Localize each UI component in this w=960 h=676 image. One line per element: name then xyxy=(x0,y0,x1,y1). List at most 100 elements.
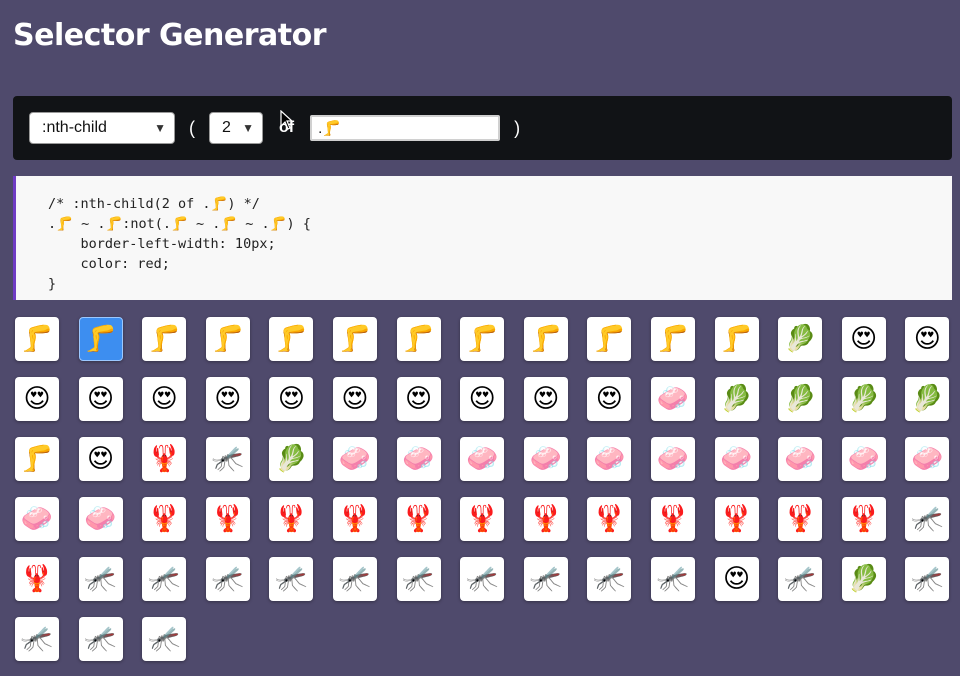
emoji-tile[interactable]: 😍 xyxy=(587,377,632,421)
emoji-tile[interactable]: 🦞 xyxy=(396,497,441,541)
emoji-tile[interactable]: 🦟 xyxy=(78,617,123,661)
close-paren: ) xyxy=(514,117,521,138)
emoji-tile[interactable]: 🥬 xyxy=(841,557,886,601)
emoji-tile[interactable]: 🦵 xyxy=(587,317,632,361)
emoji-tile[interactable]: 🦞 xyxy=(15,557,59,601)
emoji-tile[interactable]: 🦞 xyxy=(332,497,377,541)
lobster-icon: 🦞 xyxy=(720,504,753,534)
lobster-icon: 🦞 xyxy=(338,504,372,534)
emoji-tile[interactable]: 🧼 xyxy=(905,437,950,481)
code-line: /* :nth-child(2 of .🦵) */ xyxy=(48,196,260,212)
lobster-icon: 🦞 xyxy=(847,504,880,534)
emoji-tile[interactable]: 😍 xyxy=(332,377,377,421)
emoji-tile[interactable]: 😍 xyxy=(78,437,123,481)
emoji-tile[interactable]: 🦞 xyxy=(841,497,886,541)
emoji-tile[interactable]: 🦵 xyxy=(205,317,250,361)
emoji-tile[interactable]: 😍 xyxy=(460,377,505,421)
nth-number-select[interactable]: 2 ▼ xyxy=(209,112,263,144)
emoji-tile[interactable]: 🦟 xyxy=(650,557,695,601)
emoji-tile[interactable]: 🦵 xyxy=(714,317,759,361)
emoji-tile[interactable]: 😍 xyxy=(78,377,123,421)
soap-icon: 🧼 xyxy=(465,444,499,474)
heart-eyes-icon: 😍 xyxy=(150,384,178,414)
emoji-tile[interactable]: 🧼 xyxy=(78,497,123,541)
emoji-tile[interactable]: 🦟 xyxy=(905,497,950,541)
emoji-tile[interactable]: 🦟 xyxy=(396,557,441,601)
emoji-tile[interactable]: 🦟 xyxy=(269,557,314,601)
emoji-tile[interactable]: 🦵 xyxy=(15,317,59,361)
chevron-down-icon: ▼ xyxy=(242,121,254,135)
selector-input[interactable]: .🦵 xyxy=(310,115,501,141)
emoji-tile[interactable]: 😍 xyxy=(841,317,886,361)
lobster-icon: 🦞 xyxy=(465,504,499,534)
emoji-tile[interactable]: 🦞 xyxy=(778,497,823,541)
heart-eyes-icon: 😍 xyxy=(87,384,115,414)
emoji-tile[interactable]: 🥬 xyxy=(778,317,823,361)
emoji-tile[interactable]: 🦞 xyxy=(205,497,250,541)
emoji-tile[interactable]: 🦟 xyxy=(142,557,187,601)
emoji-tile[interactable]: 🧼 xyxy=(15,497,59,541)
emoji-tile[interactable]: 🧼 xyxy=(332,437,377,481)
emoji-tile[interactable]: 😍 xyxy=(15,377,59,421)
emoji-tile[interactable]: 🥬 xyxy=(841,377,886,421)
emoji-tile[interactable]: 🧼 xyxy=(841,437,886,481)
emoji-tile[interactable]: 🦞 xyxy=(714,497,759,541)
emoji-tile[interactable]: 🦟 xyxy=(905,557,950,601)
heart-eyes-icon: 😍 xyxy=(850,324,878,354)
pseudo-class-select[interactable]: :nth-child ▼ xyxy=(29,112,175,144)
emoji-tile[interactable]: 🦟 xyxy=(15,617,59,661)
leg-icon: 🦵 xyxy=(593,324,626,354)
leg-icon: 🦵 xyxy=(20,444,54,474)
heart-eyes-icon: 😍 xyxy=(214,384,242,414)
emoji-tile[interactable]: 🦵 xyxy=(15,437,59,481)
heart-eyes-icon: 😍 xyxy=(722,564,751,594)
emoji-tile[interactable]: 🦞 xyxy=(650,497,695,541)
emoji-tile[interactable]: 🦞 xyxy=(587,497,632,541)
emoji-tile[interactable]: 😍 xyxy=(142,377,187,421)
emoji-tile[interactable]: 🦟 xyxy=(587,557,632,601)
emoji-tile[interactable]: 🦵 xyxy=(460,317,505,361)
emoji-tile[interactable]: 🦟 xyxy=(142,617,187,661)
emoji-tile[interactable]: 🧼 xyxy=(778,437,823,481)
emoji-tile[interactable]: 🦵 xyxy=(142,317,187,361)
leg-icon: 🦵 xyxy=(338,324,372,354)
emoji-tile[interactable]: 🦵 xyxy=(78,317,123,361)
emoji-tile[interactable]: 🥬 xyxy=(905,377,950,421)
emoji-tile[interactable]: 😍 xyxy=(523,377,568,421)
emoji-tile[interactable]: 😍 xyxy=(205,377,250,421)
emoji-tile[interactable]: 😍 xyxy=(714,557,759,601)
emoji-tile[interactable]: 🧼 xyxy=(396,437,441,481)
emoji-tile[interactable]: 🦟 xyxy=(205,557,250,601)
emoji-tile[interactable]: 🦞 xyxy=(269,497,314,541)
emoji-tile[interactable]: 🦞 xyxy=(523,497,568,541)
emoji-tile[interactable]: 🥬 xyxy=(269,437,314,481)
emoji-tile[interactable]: 🦟 xyxy=(460,557,505,601)
emoji-tile[interactable]: 🦵 xyxy=(269,317,314,361)
emoji-tile[interactable]: 🦞 xyxy=(142,497,187,541)
emoji-tile[interactable]: 🦟 xyxy=(778,557,823,601)
emoji-tile[interactable]: 🦟 xyxy=(205,437,250,481)
emoji-tile[interactable]: 🦟 xyxy=(523,557,568,601)
leg-icon: 🦵 xyxy=(148,324,181,354)
mosquito-icon: 🦟 xyxy=(20,624,54,654)
emoji-tile[interactable]: 🦵 xyxy=(650,317,695,361)
emoji-tile[interactable]: 🥬 xyxy=(714,377,759,421)
emoji-tile[interactable]: 🦟 xyxy=(78,557,123,601)
emoji-tile[interactable]: 🦞 xyxy=(142,437,187,481)
emoji-tile[interactable]: 🧼 xyxy=(650,377,695,421)
emoji-tile[interactable]: 😍 xyxy=(396,377,441,421)
emoji-tile[interactable]: 😍 xyxy=(269,377,314,421)
emoji-tile[interactable]: 🧼 xyxy=(650,437,695,481)
emoji-tile[interactable]: 🧼 xyxy=(460,437,505,481)
emoji-tile[interactable]: 🧼 xyxy=(523,437,568,481)
emoji-tile[interactable]: 🧼 xyxy=(714,437,759,481)
nth-number-value: 2 xyxy=(222,119,231,136)
emoji-tile[interactable]: 🦵 xyxy=(523,317,568,361)
emoji-tile[interactable]: 😍 xyxy=(905,317,950,361)
emoji-tile[interactable]: 🦵 xyxy=(332,317,377,361)
emoji-tile[interactable]: 🦞 xyxy=(460,497,505,541)
emoji-tile[interactable]: 🦟 xyxy=(332,557,377,601)
emoji-tile[interactable]: 🥬 xyxy=(778,377,823,421)
emoji-tile[interactable]: 🧼 xyxy=(587,437,632,481)
emoji-tile[interactable]: 🦵 xyxy=(396,317,441,361)
